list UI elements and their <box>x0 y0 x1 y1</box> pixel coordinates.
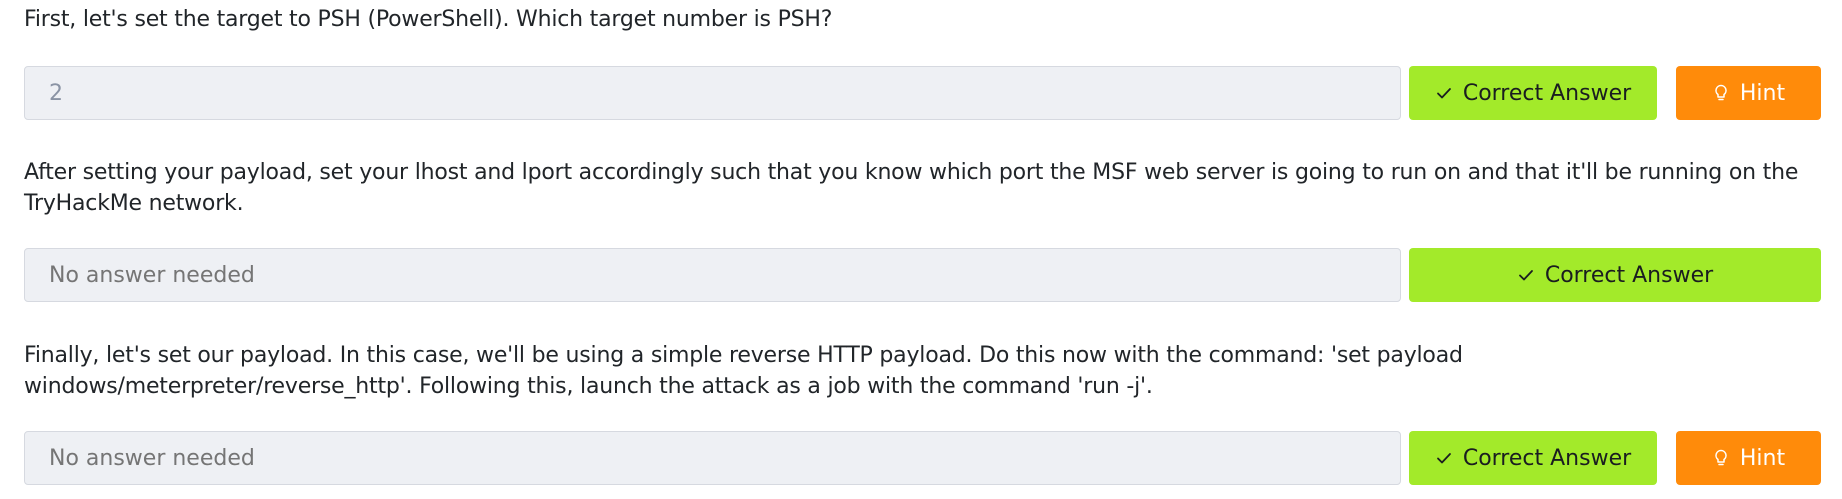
check-icon <box>1517 266 1535 284</box>
lightbulb-icon <box>1712 84 1730 102</box>
question-text: Finally, let's set our payload. In this … <box>24 343 1463 399</box>
question-text: After setting your payload, set your lho… <box>24 160 1799 216</box>
hint-button[interactable]: Hint <box>1676 431 1821 485</box>
hint-label: Hint <box>1739 445 1786 471</box>
answer-row: Correct Answer Hint <box>24 66 1821 120</box>
lightbulb-icon <box>1712 449 1730 467</box>
correct-answer-button[interactable]: Correct Answer <box>1409 248 1821 302</box>
question-text: First, let's set the target to PSH (Powe… <box>24 7 833 32</box>
hint-label: Hint <box>1739 80 1786 106</box>
answer-row: Correct Answer <box>24 248 1821 302</box>
correct-answer-label: Correct Answer <box>1462 445 1632 471</box>
answer-input[interactable] <box>24 66 1401 120</box>
hint-button[interactable]: Hint <box>1676 66 1821 120</box>
answer-row: Correct Answer Hint <box>24 431 1821 485</box>
answer-input[interactable] <box>24 431 1401 485</box>
answer-input[interactable] <box>24 248 1401 302</box>
correct-answer-label: Correct Answer <box>1462 80 1632 106</box>
check-icon <box>1435 84 1453 102</box>
check-icon <box>1435 449 1453 467</box>
correct-answer-button[interactable]: Correct Answer <box>1409 431 1657 485</box>
correct-answer-button[interactable]: Correct Answer <box>1409 66 1657 120</box>
correct-answer-label: Correct Answer <box>1544 262 1714 288</box>
